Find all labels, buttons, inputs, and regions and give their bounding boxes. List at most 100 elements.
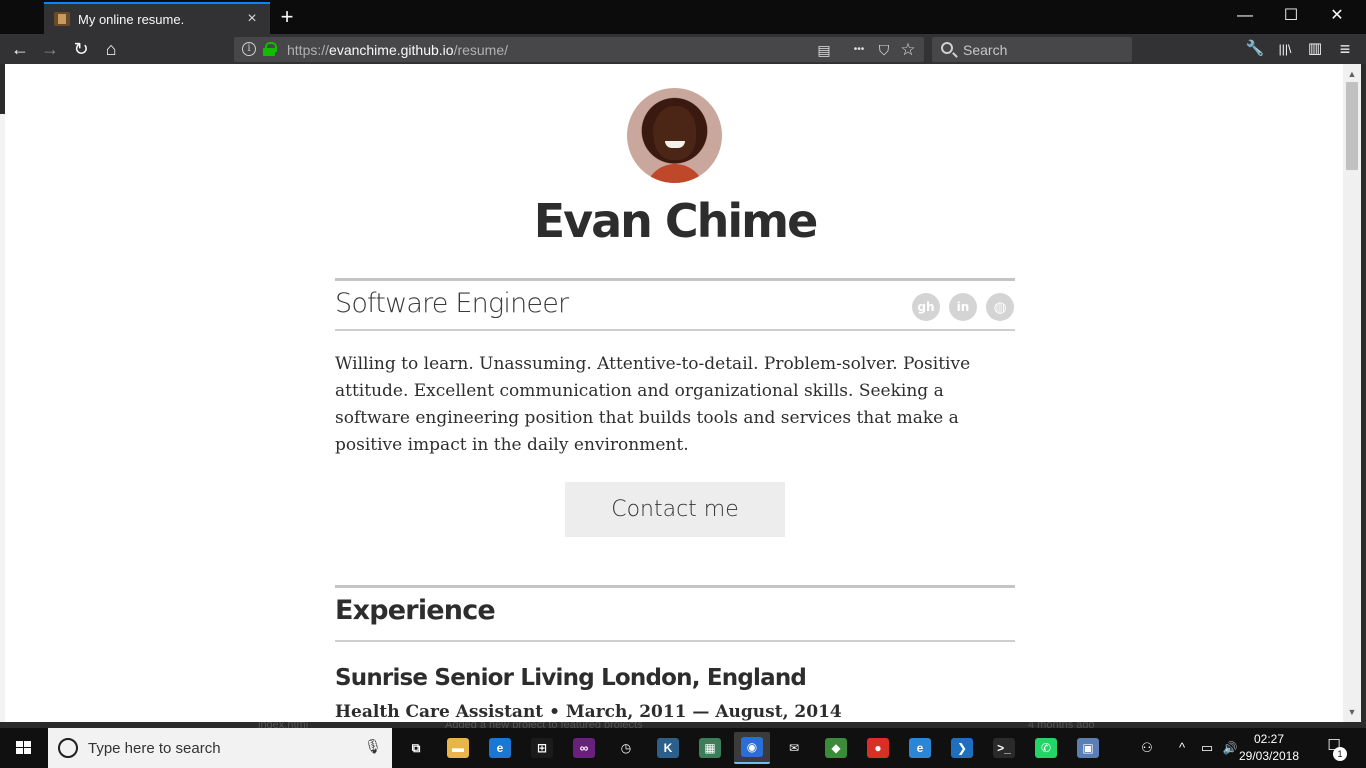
search-placeholder: Search [963, 42, 1008, 58]
clock-date: 29/03/2018 [1238, 749, 1300, 763]
page-scrollbar[interactable]: ▲ ▼ [1343, 64, 1361, 722]
kindle-icon: K [657, 738, 679, 758]
reload-button[interactable]: ↻ [67, 36, 95, 62]
taskbar-app-visual-studio[interactable]: ∞ [566, 732, 602, 764]
experience-heading: Experience [335, 595, 496, 626]
microphone-icon[interactable]: 🎙 [364, 738, 382, 758]
action-center-button[interactable]: ☐ 1 [1318, 736, 1350, 762]
page-viewport: Evan Chime Software Engineer gh in ◍ Wil… [5, 64, 1343, 722]
taskbar-app-task-view[interactable]: ⧉ [398, 732, 434, 764]
taskbar-search-box[interactable]: Type here to search 🎙 [48, 728, 392, 768]
job-title: Software Engineer [335, 288, 569, 319]
page-title: Evan Chime [533, 194, 819, 248]
taskbar-app-vscode[interactable]: ❯ [944, 732, 980, 764]
close-window-button[interactable]: ✕ [1314, 0, 1360, 34]
taskbar-app-mail[interactable]: ✉ [776, 732, 812, 764]
lock-icon[interactable] [263, 42, 277, 56]
search-icon [941, 42, 953, 54]
taskbar-app-alarms[interactable]: ◷ [608, 732, 644, 764]
role-and-dates: Health Care Assistant • March, 2011 — Au… [335, 702, 842, 722]
library-icon[interactable]: |||\ [1273, 38, 1297, 60]
divider [335, 640, 1015, 642]
home-button[interactable]: ⌂ [97, 36, 125, 62]
navigation-toolbar: ← → ↻ ⌂ i https://evanchime.github.io/re… [0, 34, 1366, 64]
battery-icon[interactable]: ▭ [1196, 728, 1218, 768]
globe-icon[interactable]: ◍ [986, 293, 1014, 321]
sidebar-icon[interactable]: ▥ [1303, 38, 1327, 60]
page-actions-icon[interactable]: ••• [849, 40, 869, 60]
suitcase-icon [54, 12, 70, 26]
show-hidden-icons-chevron-icon[interactable]: ^ [1172, 728, 1192, 768]
taskbar: Type here to search 🎙 ⧉ ▬ e ⊞ ∞ ◷ K ▦ ◉ ✉ ◆ ● e ❯ >_ ✆ ▣… [0, 728, 1366, 768]
taskbar-app-chrome[interactable]: ● [860, 732, 896, 764]
scroll-down-arrow-icon[interactable]: ▼ [1343, 704, 1361, 720]
git-icon: ◆ [825, 738, 847, 758]
tab-resume[interactable]: My online resume. × [44, 2, 270, 34]
alarms-icon: ◷ [615, 738, 637, 758]
internet-explorer-icon: e [909, 738, 931, 758]
taskbar-app-file-explorer[interactable]: ▬ [440, 732, 476, 764]
github-icon[interactable]: gh [912, 293, 940, 321]
firefox-icon: ◉ [741, 737, 763, 757]
divider [335, 278, 1015, 281]
taskbar-app-photos[interactable]: ▣ [1070, 732, 1106, 764]
url-text[interactable]: https://evanchime.github.io/resume/ [287, 42, 508, 58]
photos-icon: ▣ [1077, 738, 1099, 758]
taskbar-app-calculator[interactable]: ▦ [692, 732, 728, 764]
mail-icon: ✉ [783, 738, 805, 758]
search-input[interactable]: Search [932, 37, 1132, 62]
forward-button[interactable]: → [36, 36, 64, 62]
url-host: evanchime.github.io [329, 42, 454, 58]
start-button[interactable] [0, 728, 48, 768]
taskbar-app-terminal[interactable]: >_ [986, 732, 1022, 764]
bookmark-star-icon[interactable]: ☆ [898, 40, 918, 60]
tab-strip: My online resume. × + — ☐ ✕ [0, 0, 1366, 34]
reader-view-icon[interactable]: ▤ [814, 40, 834, 60]
taskbar-app-internet-explorer[interactable]: e [902, 732, 938, 764]
back-button[interactable]: ← [6, 36, 34, 62]
store-icon: ⊞ [531, 738, 553, 758]
clock-time: 02:27 [1253, 732, 1285, 746]
taskbar-app-firefox[interactable]: ◉ [734, 732, 770, 764]
notification-count-badge: 1 [1333, 747, 1347, 761]
minimize-button[interactable]: — [1222, 0, 1268, 34]
chrome-icon: ● [867, 738, 889, 758]
linkedin-icon[interactable]: in [949, 293, 977, 321]
taskbar-app-kindle[interactable]: K [650, 732, 686, 764]
taskbar-app-whatsapp[interactable]: ✆ [1028, 732, 1064, 764]
edge-icon: e [489, 738, 511, 758]
calculator-icon: ▦ [699, 738, 721, 758]
url-path: /resume/ [453, 42, 509, 58]
divider [335, 585, 1015, 588]
tab-close-icon[interactable]: × [244, 11, 260, 27]
summary-text: Willing to learn. Unassuming. Attentive-… [335, 354, 971, 455]
url-bar[interactable]: i https://evanchime.github.io/resume/ ▤ … [234, 37, 924, 62]
windows-logo-icon [16, 741, 32, 755]
maximize-button[interactable]: ☐ [1268, 0, 1314, 34]
new-tab-button[interactable]: + [276, 4, 298, 30]
contact-me-button[interactable]: Contact me [565, 482, 785, 537]
scroll-thumb[interactable] [1346, 82, 1358, 170]
people-icon[interactable]: ⚇ [1135, 728, 1159, 768]
visual-studio-icon: ∞ [573, 738, 595, 758]
tools-icon[interactable]: 🔧 [1243, 38, 1267, 60]
taskbar-app-git[interactable]: ◆ [818, 732, 854, 764]
file-explorer-icon: ▬ [447, 738, 469, 758]
system-clock[interactable]: 02:27 29/03/2018 [1236, 731, 1302, 765]
tab-title: My online resume. [78, 11, 185, 27]
vscode-icon: ❯ [951, 738, 973, 758]
profile-photo [627, 88, 722, 183]
terminal-icon: >_ [993, 738, 1015, 758]
taskbar-app-store[interactable]: ⊞ [524, 732, 560, 764]
whatsapp-icon: ✆ [1035, 738, 1057, 758]
task-view-icon: ⧉ [405, 738, 427, 758]
scroll-up-arrow-icon[interactable]: ▲ [1343, 66, 1361, 82]
menu-icon[interactable]: ≡ [1333, 38, 1357, 60]
taskbar-app-edge[interactable]: e [482, 732, 518, 764]
divider [335, 329, 1015, 331]
site-info-icon[interactable]: i [242, 42, 256, 56]
url-scheme: https:// [287, 42, 330, 58]
taskbar-search-placeholder: Type here to search [88, 740, 221, 757]
cortana-icon [58, 738, 78, 758]
pocket-icon[interactable]: ⛉ [874, 40, 894, 60]
